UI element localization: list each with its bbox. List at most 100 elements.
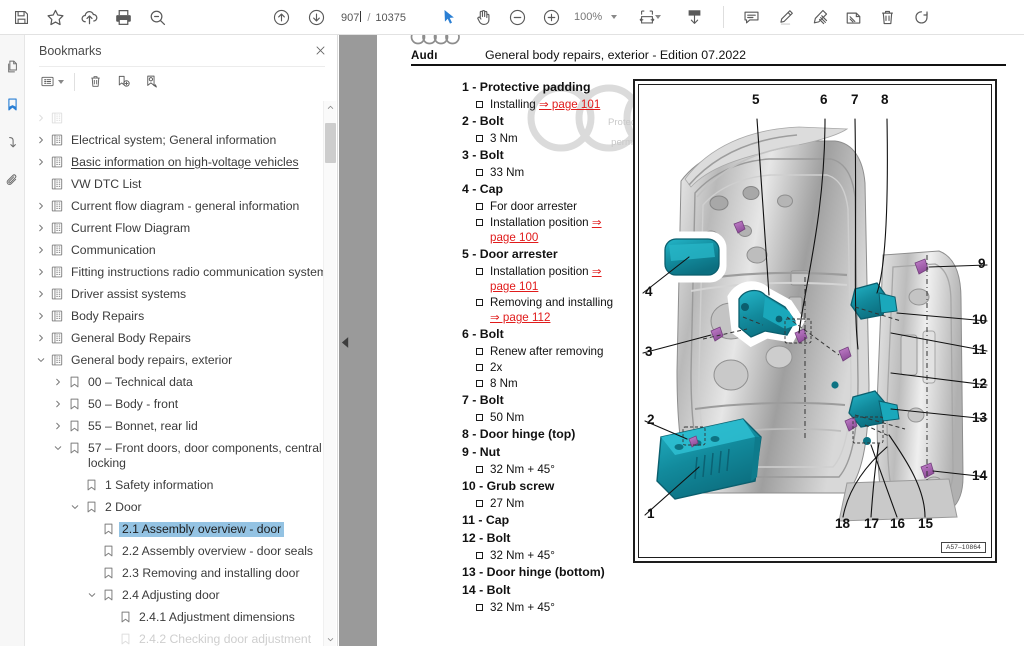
chevron-right-icon[interactable] [50,375,65,390]
chevron-right-icon[interactable] [33,155,48,170]
bookmark-item[interactable]: 2.4 Adjusting door [25,584,338,606]
bookmark-item[interactable] [25,107,338,129]
bookmark-flag-icon [82,478,100,493]
bookmark-item[interactable]: 57 – Front doors, door components, centr… [25,437,338,474]
stamp-icon[interactable] [836,0,870,34]
chevron-right-icon[interactable] [33,243,48,258]
chevron-right-icon[interactable] [33,133,48,148]
bookmark-item[interactable]: General body repairs, exterior [25,349,338,371]
part-title: 12 - Bolt [462,531,511,545]
chevron-right-icon[interactable] [33,111,48,126]
zoom-out-icon[interactable] [500,0,534,34]
bookmark-item[interactable]: 2.2 Assembly overview - door seals [25,540,338,562]
attachment-clip-icon[interactable] [0,161,25,199]
cross-reference-link[interactable]: ⇒ page 101 [490,265,602,293]
bookmark-item[interactable]: 55 – Bonnet, rear lid [25,415,338,437]
bookmark-item-label: 55 – Bonnet, rear lid [88,418,198,433]
document-viewport[interactable]: Audı General body repairs, exterior - Ed… [339,35,1024,646]
chevron-right-icon[interactable] [33,331,48,346]
cloud-upload-icon[interactable] [72,0,106,34]
chevron-down-icon[interactable] [50,441,65,456]
bookmark-item[interactable]: 2.1 Assembly overview - door [25,518,338,540]
bookmark-item[interactable]: Body Repairs [25,305,338,327]
chevron-down-icon[interactable] [611,15,618,19]
cursor-select-icon[interactable] [432,0,466,34]
hand-pan-icon[interactable] [466,0,500,34]
bookmark-item[interactable]: Driver assist systems [25,283,338,305]
chevron-right-icon[interactable] [50,397,65,412]
bookmark-item[interactable]: 1 Safety information [25,474,338,496]
signature-icon[interactable] [0,123,25,161]
part-entry: 4 - Cap For door arrester Installation pos… [462,181,622,245]
arrow-up-circle-icon[interactable] [264,0,298,34]
bookmark-panel-icon[interactable] [0,85,25,123]
bookmark-item[interactable]: Communication [25,239,338,261]
save-icon[interactable] [4,0,38,34]
ink-pen-icon[interactable] [802,0,836,34]
bookmark-item[interactable]: Electrical system; General information [25,129,338,151]
chevron-right-icon[interactable] [33,309,48,324]
chevron-down-icon[interactable] [67,500,82,515]
callout-17: 17 [864,516,880,531]
chevron-down-icon[interactable] [33,353,48,368]
undo-rotate-icon[interactable] [904,0,938,34]
tree-node-icon [48,243,66,258]
chevron-up-icon[interactable] [324,101,337,114]
arrow-down-circle-icon[interactable] [299,0,333,34]
list-options-icon[interactable] [37,70,67,94]
fit-width-dropdown[interactable] [655,15,662,19]
bookmark-item[interactable]: 00 – Technical data [25,371,338,393]
page-number-field[interactable]: 907 / 10375 [341,10,406,24]
cross-reference-link[interactable]: ⇒ page 100 [490,216,602,244]
page-fit-down-icon[interactable] [677,0,711,34]
goto-bookmark-icon[interactable] [138,70,164,94]
delete-bookmark-icon[interactable] [82,70,108,94]
bookmark-item[interactable]: Basic information on high-voltage vehicl… [25,151,338,173]
print-icon[interactable] [106,0,140,34]
scrollbar-thumb[interactable] [325,123,336,163]
pages-thumbnail-icon[interactable] [0,47,25,85]
bookmark-item[interactable]: Fitting instructions radio communication… [25,261,338,283]
zoom-level-select[interactable]: 100% [574,11,618,23]
chevron-down-icon[interactable] [324,633,337,646]
delete-icon[interactable] [870,0,904,34]
comment-icon[interactable] [734,0,768,34]
current-page-value[interactable]: 907 [341,12,359,24]
cross-reference-link[interactable]: ⇒ page 101 [539,98,600,111]
search-icon[interactable] [140,0,174,34]
bookmark-item[interactable]: 2.3 Removing and installing door [25,562,338,584]
bookmark-item[interactable]: 2 Door [25,496,338,518]
zoom-in-icon[interactable] [534,0,568,34]
chevron-right-icon[interactable] [33,287,48,302]
chevron-right-icon[interactable] [33,199,48,214]
bookmark-item[interactable]: 2.4.2 Checking door adjustment [25,628,338,646]
add-bookmark-icon[interactable] [110,70,136,94]
tree-node-icon [48,331,66,346]
bookmark-flag-icon [65,441,83,456]
bookmarks-scrollbar[interactable] [323,101,336,646]
audi-brand-text: Audı [411,50,438,62]
tree-node-icon [48,221,66,236]
chevron-right-icon[interactable] [50,419,65,434]
tree-node-icon [48,265,66,280]
chevron-right-icon[interactable] [33,221,48,236]
highlight-icon[interactable] [768,0,802,34]
part-spec-text: 27 Nm [490,497,525,510]
chevron-right-icon[interactable] [33,265,48,280]
bookmarks-tree[interactable]: Electrical system; General information Ba… [25,101,338,646]
collapse-left-icon[interactable] [339,320,351,364]
bookmark-item[interactable]: 2.4.1 Adjustment dimensions [25,606,338,628]
illustration-canvas: 5 6 7 8 4 3 2 1 9 10 11 12 13 14 18 17 1… [638,84,992,558]
bookmark-item[interactable]: General Body Repairs [25,327,338,349]
bookmark-item[interactable]: VW DTC List [25,173,338,195]
star-icon[interactable] [38,0,72,34]
close-icon[interactable] [314,44,327,57]
cross-reference-link[interactable]: ⇒ page 112 [490,311,550,324]
callout-4: 4 [645,284,653,299]
bookmark-item[interactable]: Current flow diagram - general informati… [25,195,338,217]
bookmark-item[interactable]: Current Flow Diagram [25,217,338,239]
bookmark-item-label: 2.3 Removing and installing door [122,565,300,580]
chevron-down-icon[interactable] [84,588,99,603]
part-title: 5 - Door arrester [462,247,558,261]
bookmark-item[interactable]: 50 – Body - front [25,393,338,415]
